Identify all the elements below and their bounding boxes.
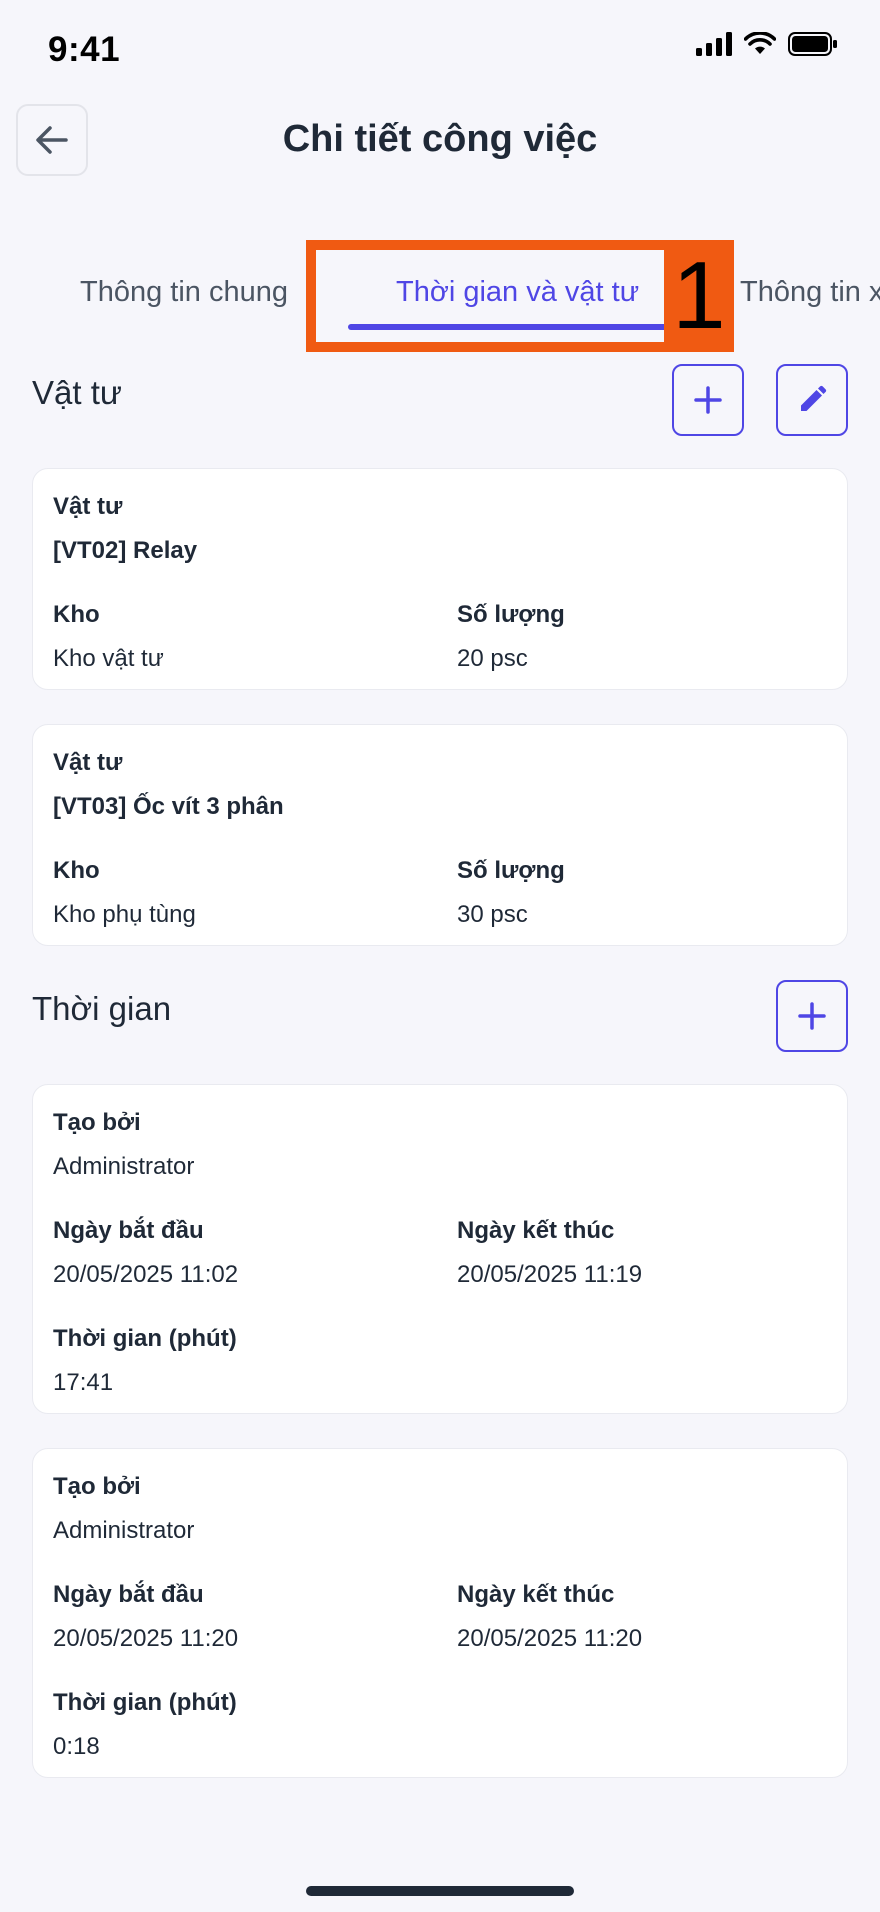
pencil-icon [801,385,827,411]
start-date-label: Ngày bắt đầu [53,1581,204,1608]
page-title: Chi tiết công việc [282,118,598,160]
signal-icon [696,32,732,56]
active-tab-indicator [348,324,674,330]
warehouse-label: Kho [53,857,100,884]
tab-time-materials[interactable]: Thời gian và vật tư [396,276,639,309]
creator-label: Tạo bởi [53,1473,141,1500]
status-bar: 9:41 [0,0,880,90]
quantity-label: Số lượng [457,857,565,884]
time-entry-card: Tạo bởi Administrator Ngày bắt đầu 20/05… [32,1084,848,1414]
warehouse-value: Kho phụ tùng [53,901,196,928]
end-date-value: 20/05/2025 11:20 [457,1625,643,1652]
warehouse-value: Kho vật tư [53,645,164,672]
duration-label: Thời gian (phút) [53,1689,237,1716]
duration-value: 0:18 [53,1733,100,1760]
creator-value: Administrator [53,1153,195,1180]
end-date-label: Ngày kết thúc [457,1581,615,1608]
quantity-value: 20 psc [457,645,528,672]
end-date-value: 20/05/2025 11:19 [457,1261,643,1288]
home-indicator [306,1886,574,1896]
tab-general-info[interactable]: Thông tin chung [80,276,288,309]
start-date-label: Ngày bắt đầu [53,1217,204,1244]
material-card: Vật tư [VT02] Relay Kho Kho vật tư Số lư… [32,468,848,690]
end-date-label: Ngày kết thúc [457,1217,615,1244]
status-icons [696,32,838,56]
duration-value: 17:41 [53,1369,114,1396]
material-card: Vật tư [VT03] Ốc vít 3 phân Kho Kho phụ … [32,724,848,946]
plus-icon [694,386,722,414]
edit-materials-button[interactable] [776,364,848,436]
material-label: Vật tư [53,749,123,776]
material-value: [VT02] Relay [53,537,198,564]
materials-section-title: Vật tư [32,374,122,411]
quantity-value: 30 psc [457,901,528,928]
start-date-value: 20/05/2025 11:02 [53,1261,239,1288]
plus-icon [798,1002,826,1030]
quantity-label: Số lượng [457,601,565,628]
creator-value: Administrator [53,1517,195,1544]
material-label: Vật tư [53,493,123,520]
material-value: [VT03] Ốc vít 3 phân [53,793,284,820]
time-entry-card: Tạo bởi Administrator Ngày bắt đầu 20/05… [32,1448,848,1778]
header: Chi tiết công việc [0,104,880,176]
creator-label: Tạo bởi [53,1109,141,1136]
warehouse-label: Kho [53,601,100,628]
wifi-icon [744,32,776,54]
status-time: 9:41 [48,30,121,69]
duration-label: Thời gian (phút) [53,1325,237,1352]
annotation-badge: 1 [664,240,734,352]
start-date-value: 20/05/2025 11:20 [53,1625,239,1652]
tab-bar: Thông tin chung Thời gian và vật tư Thôn… [0,240,880,340]
time-section-title: Thời gian [32,990,172,1027]
add-time-button[interactable] [776,980,848,1052]
add-material-button[interactable] [672,364,744,436]
battery-icon [788,32,837,56]
tab-other-info[interactable]: Thông tin x [740,276,880,309]
